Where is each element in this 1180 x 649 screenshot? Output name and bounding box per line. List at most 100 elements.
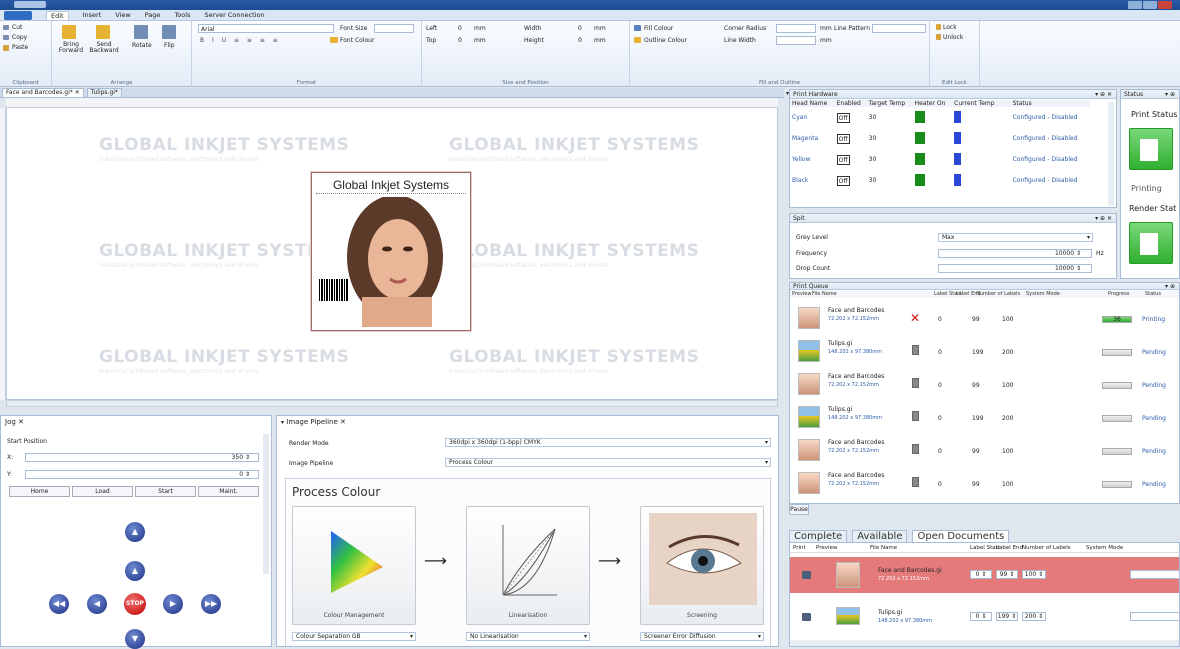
outline-colour-button[interactable]: Outline Colour: [644, 37, 687, 44]
tab-view[interactable]: View: [115, 11, 130, 19]
pause-button[interactable]: Pause: [789, 504, 809, 515]
paste-button[interactable]: Paste: [12, 44, 28, 51]
tab-complete[interactable]: Complete: [789, 530, 848, 542]
canvas-horizontal-scrollbar[interactable]: [6, 400, 778, 407]
number-labels-input[interactable]: 200 ⇕: [1022, 612, 1046, 621]
tab-tools[interactable]: Tools: [174, 11, 190, 19]
target-temp[interactable]: 30: [867, 128, 913, 149]
copy-button[interactable]: Copy: [12, 34, 27, 41]
image-pipeline-tab[interactable]: ▾ Image Pipeline ✕: [281, 418, 346, 426]
queue-row[interactable]: Face and Barcodes 72.202 x 72.152mm 0 99 100…: [790, 369, 1179, 400]
image-pipeline-select[interactable]: Process Colour: [445, 458, 771, 467]
enabled-toggle[interactable]: Off: [836, 112, 850, 123]
corner-radius-input[interactable]: [776, 24, 816, 33]
heater-indicator[interactable]: [914, 152, 925, 165]
target-temp[interactable]: 30: [867, 170, 913, 191]
font-family-combo[interactable]: Arial: [198, 24, 334, 33]
screening-select[interactable]: Screener Error Diffusion: [640, 632, 764, 641]
heater-indicator[interactable]: [914, 110, 925, 123]
font-size-combo[interactable]: [374, 24, 414, 33]
jog-left-icon[interactable]: ◀: [87, 594, 107, 614]
pin-icon[interactable]: ▾: [281, 419, 284, 426]
send-backward-button[interactable]: Send Backward: [88, 42, 120, 54]
drop-count-input[interactable]: 10000 ⇕: [938, 264, 1092, 273]
colour-management-stage[interactable]: Colour Management: [292, 506, 416, 625]
home-button[interactable]: Home: [9, 486, 70, 497]
queue-row[interactable]: Tulips.gi 148.202 x 97.380mm 0 199 200 Pendin…: [790, 402, 1179, 433]
cancel-job-icon[interactable]: ✕: [910, 311, 920, 325]
rotate-button[interactable]: Rotate: [132, 42, 152, 49]
stop-button[interactable]: STOP: [124, 593, 146, 615]
start-button[interactable]: Start: [135, 486, 196, 497]
vertical-scrollbar[interactable]: [1108, 102, 1114, 206]
window-controls[interactable]: [1128, 1, 1172, 9]
document-icon[interactable]: [912, 477, 919, 487]
enabled-toggle[interactable]: Off: [836, 154, 850, 165]
queue-row[interactable]: Face and Barcodes 72.202 x 72.152mm ✕ 0 99 10…: [790, 303, 1179, 334]
jog-up-fast-icon[interactable]: ▲: [125, 522, 145, 542]
unlock-button[interactable]: Unlock: [943, 34, 963, 41]
panel-controls[interactable]: ▾ ⊕ ✕: [1095, 214, 1112, 223]
tab-page[interactable]: Page: [145, 11, 161, 19]
table-row[interactable]: Magenta Off 30 Configured - Disabled: [790, 128, 1090, 149]
vertical-scrollbar[interactable]: [263, 434, 269, 574]
panel-controls[interactable]: ▾ ⊕: [1165, 90, 1175, 99]
tab-edit[interactable]: Edit: [46, 10, 69, 20]
document-icon[interactable]: [912, 378, 919, 388]
maximize-button[interactable]: [1143, 1, 1157, 9]
jog-left-fast-icon[interactable]: ◀◀: [49, 594, 69, 614]
jog-down-icon[interactable]: ▼: [125, 629, 145, 649]
render-status-button[interactable]: [1129, 222, 1173, 264]
doc-tab-tulips[interactable]: Tulips.gi*: [86, 88, 122, 97]
barcode[interactable]: [319, 279, 349, 301]
font-colour-button[interactable]: Font Colour: [340, 37, 374, 44]
system-mode-select[interactable]: [1130, 570, 1179, 579]
doc-tab-face-barcodes[interactable]: Face and Barcodes.gi* ✕: [2, 88, 84, 97]
number-labels-input[interactable]: 100 ⇕: [1022, 570, 1046, 579]
table-row[interactable]: Cyan Off 30 Configured - Disabled: [790, 107, 1090, 128]
load-button[interactable]: Load: [72, 486, 133, 497]
open-doc-row[interactable]: Tulips.gi 148.202 x 97.380mm 0 ⇕ 199 ⇕ 20…: [790, 599, 1179, 635]
x-position-input[interactable]: 350 ⇕: [25, 453, 259, 462]
queue-row[interactable]: Face and Barcodes 72.202 x 72.152mm 0 99 100…: [790, 435, 1179, 466]
lock-button[interactable]: Lock: [943, 24, 957, 31]
document-icon[interactable]: [912, 411, 919, 421]
height-value[interactable]: 0: [578, 37, 582, 44]
panel-controls[interactable]: ▾ ⊕ ✕: [1095, 90, 1112, 99]
left-value[interactable]: 0: [458, 25, 462, 32]
enabled-toggle[interactable]: Off: [836, 175, 850, 186]
y-position-input[interactable]: 0 ⇕: [25, 470, 259, 479]
width-value[interactable]: 0: [578, 25, 582, 32]
tab-server-connection[interactable]: Server Connection: [204, 11, 264, 19]
jog-right-fast-icon[interactable]: ▶▶: [201, 594, 221, 614]
tab-open-documents[interactable]: Open Documents: [912, 530, 1010, 542]
label-start-input[interactable]: 0 ⇕: [970, 612, 992, 621]
render-mode-select[interactable]: 360dpi x 360dpi (1-bpp) CMYK: [445, 438, 771, 447]
heater-indicator[interactable]: [914, 131, 925, 144]
table-row[interactable]: Black Off 30 Configured - Disabled: [790, 170, 1090, 191]
label-start-input[interactable]: 0 ⇕: [970, 570, 992, 579]
linearisation-select[interactable]: No Linearisation: [466, 632, 590, 641]
bring-forward-button[interactable]: Bring Forward: [56, 42, 86, 54]
label-end-input[interactable]: 199 ⇕: [996, 612, 1018, 621]
quick-access-toolbar[interactable]: [14, 1, 46, 8]
queue-row[interactable]: Tulips.gi 148.202 x 97.380mm 0 199 200 Pendin…: [790, 336, 1179, 367]
colour-management-select[interactable]: Colour Separation GB: [292, 632, 416, 641]
card-title[interactable]: Global Inkjet Systems: [312, 178, 470, 192]
enabled-toggle[interactable]: Off: [836, 133, 850, 144]
tab-insert[interactable]: Insert: [83, 11, 102, 19]
heater-indicator[interactable]: [914, 173, 925, 186]
jog-tab[interactable]: Jog ✕: [5, 418, 24, 426]
document-icon[interactable]: [912, 345, 919, 355]
tab-available[interactable]: Available: [852, 530, 908, 542]
open-doc-row[interactable]: Face and Barcodes.gi 72.202 x 72.152mm 0 …: [790, 557, 1179, 593]
document-icon[interactable]: [912, 444, 919, 454]
print-status-button[interactable]: [1129, 128, 1173, 170]
system-mode-select[interactable]: [1130, 612, 1179, 621]
fill-colour-button[interactable]: Fill Colour: [644, 25, 673, 32]
grey-level-select[interactable]: Max: [938, 233, 1093, 242]
maint-button[interactable]: Maint.: [198, 486, 259, 497]
top-value[interactable]: 0: [458, 37, 462, 44]
label-end-input[interactable]: 99 ⇕: [996, 570, 1018, 579]
close-button[interactable]: [1158, 1, 1172, 9]
